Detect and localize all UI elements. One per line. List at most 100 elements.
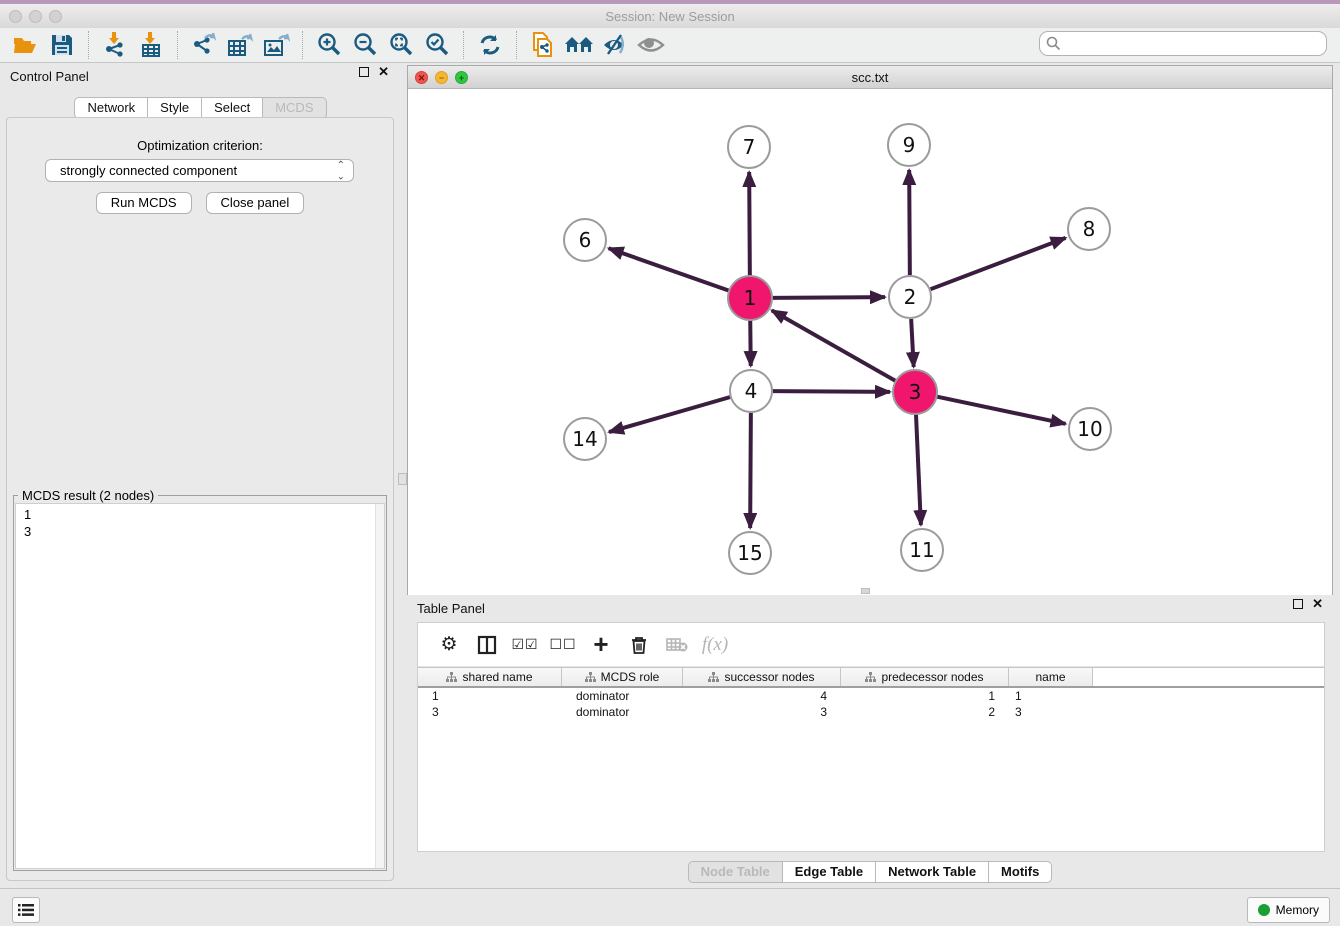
settings-gear-icon[interactable]: ⚙	[432, 629, 466, 661]
memory-button[interactable]: Memory	[1247, 897, 1330, 923]
tab-network[interactable]: Network	[74, 97, 148, 119]
duplicate-network-button[interactable]	[525, 30, 561, 60]
close-table-panel-icon[interactable]: ✕	[1312, 599, 1323, 609]
tab-edge-table[interactable]: Edge Table	[783, 861, 876, 883]
function-icon[interactable]: f(x)	[698, 629, 732, 661]
column-header-predecessor-nodes[interactable]: predecessor nodes	[841, 668, 1009, 686]
import-network-button[interactable]	[97, 30, 133, 60]
tab-mcds[interactable]: MCDS	[263, 97, 326, 119]
edge-2-3[interactable]	[911, 319, 914, 367]
tab-network-table[interactable]: Network Table	[876, 861, 989, 883]
refresh-layout-button[interactable]	[472, 30, 508, 60]
edge-3-1[interactable]	[772, 310, 896, 381]
table-row[interactable]: 1dominator411	[418, 688, 1324, 704]
mcds-result-list[interactable]: 1 3	[15, 503, 385, 869]
node-15[interactable]: 15	[729, 532, 771, 574]
add-icon[interactable]: +	[584, 629, 618, 661]
show-panels-button[interactable]	[12, 897, 40, 923]
node-10[interactable]: 10	[1069, 408, 1111, 450]
columns-icon[interactable]	[470, 629, 504, 661]
node-11[interactable]: 11	[901, 529, 943, 571]
cell[interactable]: 1	[418, 688, 562, 704]
run-mcds-button[interactable]: Run MCDS	[96, 192, 192, 214]
cell[interactable]: dominator	[562, 704, 683, 720]
tab-select[interactable]: Select	[202, 97, 263, 119]
hide-graphics-button[interactable]	[597, 30, 633, 60]
cell[interactable]: 2	[841, 704, 1009, 720]
cell[interactable]: 3	[1009, 704, 1093, 720]
edge-3-11[interactable]	[916, 414, 921, 525]
svg-text:9: 9	[903, 133, 916, 157]
node-9[interactable]: 9	[888, 124, 930, 166]
edge-4-14[interactable]	[609, 397, 730, 432]
table-panel: Table Panel ✕ ⚙ ☑☑ ☐☐ + f(x) shared name…	[407, 595, 1333, 886]
edge-1-6[interactable]	[609, 248, 730, 290]
open-file-button[interactable]	[8, 30, 44, 60]
cell[interactable]: 4	[683, 688, 841, 704]
open-folder-icon	[13, 34, 39, 56]
zoom-in-button[interactable]	[311, 30, 347, 60]
result-scrollbar[interactable]	[375, 504, 384, 868]
export-table-button[interactable]	[222, 30, 258, 60]
edge-2-9[interactable]	[909, 170, 910, 275]
deselect-all-checkboxes-icon[interactable]: ☐☐	[546, 629, 580, 661]
zoom-selected-button[interactable]	[419, 30, 455, 60]
node-4[interactable]: 4	[730, 370, 772, 412]
show-graphics-button[interactable]	[633, 30, 669, 60]
edge-4-3[interactable]	[773, 391, 890, 392]
column-header-successor-nodes[interactable]: successor nodes	[683, 668, 841, 686]
refresh-icon	[477, 32, 503, 58]
cell[interactable]: dominator	[562, 688, 683, 704]
tab-style[interactable]: Style	[148, 97, 202, 119]
delete-table-icon[interactable]	[660, 629, 694, 661]
table-row[interactable]: 3dominator323	[418, 704, 1324, 720]
export-image-button[interactable]	[258, 30, 294, 60]
column-header-shared-name[interactable]: shared name	[418, 668, 562, 686]
search-input[interactable]	[1039, 31, 1327, 56]
canvas-resize-handle[interactable]	[861, 588, 870, 594]
export-image-icon	[263, 32, 290, 58]
cell[interactable]: 1	[1009, 688, 1093, 704]
edge-1-7[interactable]	[749, 172, 750, 276]
tab-motifs[interactable]: Motifs	[989, 861, 1052, 883]
zoom-fit-button[interactable]	[383, 30, 419, 60]
float-panel-icon[interactable]	[359, 67, 369, 77]
save-session-button[interactable]	[44, 30, 80, 60]
edge-2-8[interactable]	[931, 238, 1066, 289]
node-8[interactable]: 8	[1068, 208, 1110, 250]
float-table-panel-icon[interactable]	[1293, 599, 1303, 609]
import-table-button[interactable]	[133, 30, 169, 60]
control-panel-title: Control Panel	[10, 69, 89, 84]
delete-icon[interactable]	[622, 629, 656, 661]
column-header-MCDS-role[interactable]: MCDS role	[562, 668, 683, 686]
zoom-out-button[interactable]	[347, 30, 383, 60]
edge-4-15[interactable]	[750, 413, 751, 528]
cell[interactable]: 3	[418, 704, 562, 720]
cell[interactable]: 3	[683, 704, 841, 720]
cell[interactable]: 1	[841, 688, 1009, 704]
node-7[interactable]: 7	[728, 126, 770, 168]
select-all-checkboxes-icon[interactable]: ☑☑	[508, 629, 542, 661]
export-table-icon	[227, 32, 254, 58]
edge-3-10[interactable]	[937, 397, 1066, 424]
node-1[interactable]: 1	[728, 276, 772, 320]
close-panel-button[interactable]: Close panel	[206, 192, 305, 214]
node-6[interactable]: 6	[564, 219, 606, 261]
tree-icon	[446, 672, 457, 683]
duplicate-network-icon	[530, 31, 556, 59]
home-button[interactable]	[561, 30, 597, 60]
zoom-fit-icon	[388, 32, 414, 58]
export-network-button[interactable]	[186, 30, 222, 60]
close-panel-icon[interactable]: ✕	[378, 67, 389, 77]
search-icon	[1046, 36, 1061, 51]
splitter-handle[interactable]	[398, 473, 407, 485]
node-14[interactable]: 14	[564, 418, 606, 460]
network-window-titlebar[interactable]: ✕ − + scc.txt	[408, 66, 1332, 89]
node-3[interactable]: 3	[893, 370, 937, 414]
edge-1-2[interactable]	[772, 297, 885, 298]
tab-node-table[interactable]: Node Table	[688, 861, 783, 883]
node-2[interactable]: 2	[889, 276, 931, 318]
network-canvas[interactable]: 7 9 6 8 1 2 4 3 14 10 15 11	[408, 89, 1332, 595]
column-header-name[interactable]: name	[1009, 668, 1093, 686]
optimization-criterion-dropdown[interactable]: strongly connected component ⌃⌃	[45, 159, 354, 182]
